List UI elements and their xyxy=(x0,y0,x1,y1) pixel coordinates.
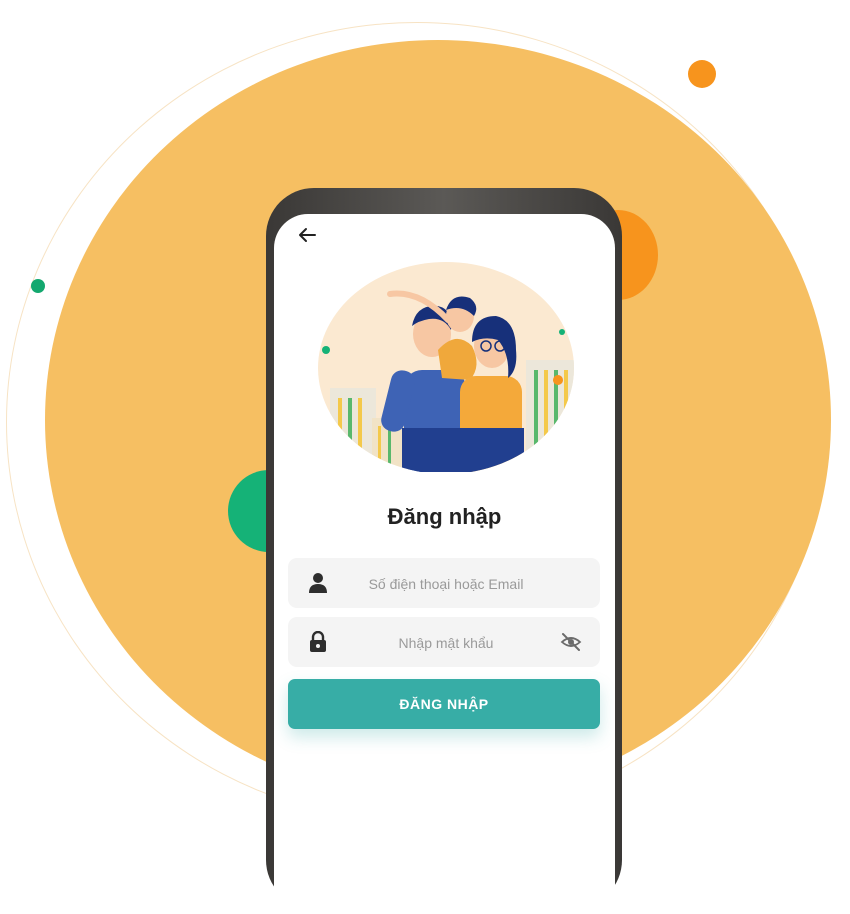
eye-off-icon[interactable] xyxy=(560,632,582,652)
lock-icon xyxy=(310,631,326,652)
phone-email-field[interactable] xyxy=(288,558,600,610)
password-input[interactable] xyxy=(334,617,558,669)
user-icon xyxy=(309,573,327,593)
page-title: Đăng nhập xyxy=(387,504,502,529)
phone-email-input[interactable] xyxy=(334,558,558,610)
decor-dot-green-small xyxy=(31,279,45,293)
back-button[interactable] xyxy=(294,222,320,248)
decor-dot-orange-small xyxy=(688,60,716,88)
password-field[interactable] xyxy=(288,617,600,669)
arrow-left-icon xyxy=(299,228,316,242)
login-button[interactable]: ĐĂNG NHẬP xyxy=(288,679,600,729)
login-screen: Đăng nhập ĐĂNG NHẬP xyxy=(274,214,615,914)
family-illustration xyxy=(318,262,574,472)
